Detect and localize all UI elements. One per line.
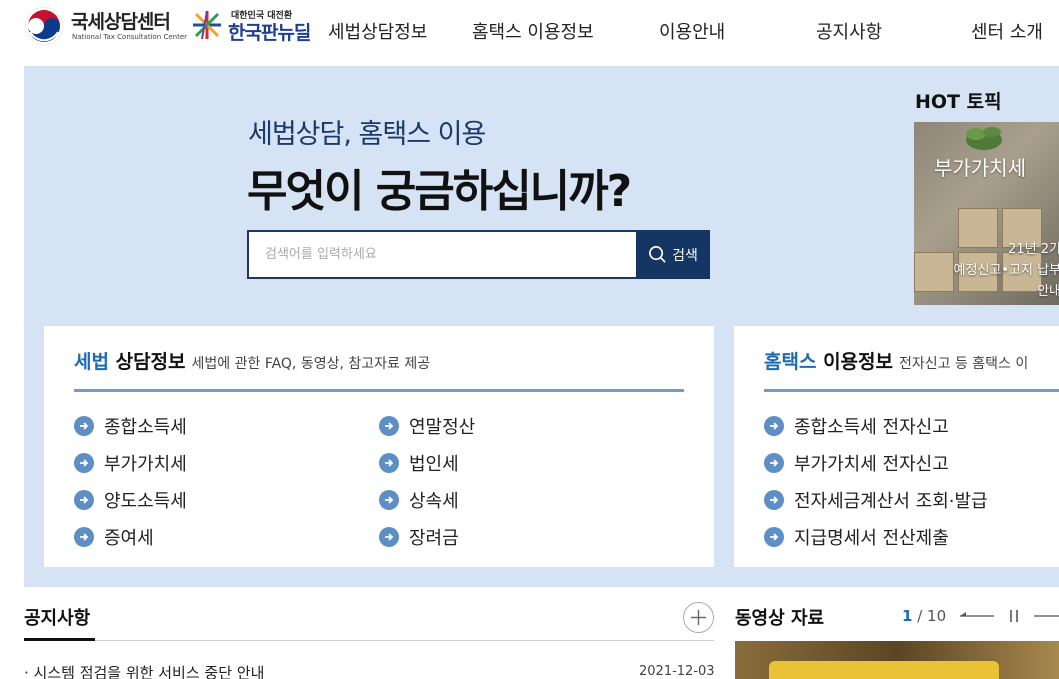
arrow-right-icon [74,453,94,473]
card-divider [764,389,1059,392]
hometax-item-payment-statement[interactable]: 지급명세서 전산제출 [764,524,949,550]
site-logo-subtext: National Tax Consultation Center [72,33,188,41]
wooden-block [914,252,954,292]
notice-title-underline [24,638,95,641]
tax-card-description: 세법에 관한 FAQ, 동영상, 참고자료 제공 [191,356,431,372]
hero-subtitle: 세법상담, 홈택스 이용 [248,119,486,150]
arrow-right-icon [74,490,94,510]
pager-total: / 10 [912,607,947,625]
tax-item-incentive[interactable]: 장려금 [379,524,459,550]
search-input[interactable] [247,230,636,279]
tax-consultation-card: 세법 상담정보 세법에 관한 FAQ, 동영상, 참고자료 제공 종합소득세 부가… [44,326,714,567]
arrow-right-icon [379,416,399,436]
hometax-item-einvoice[interactable]: 전자세금계산서 조회·발급 [764,487,988,513]
nav-center-intro[interactable]: 센터 소개 [971,18,1043,44]
arrow-right-icon [379,527,399,547]
video-thumbnail-banner [769,661,999,679]
newdeal-logo-icon[interactable] [191,9,223,41]
hero-title: 무엇이 궁금하십니까? [247,166,632,217]
site-logo-text[interactable]: 국세상담센터 [71,7,171,34]
arrow-right-icon [764,527,784,547]
site-header: 국세상담센터 National Tax Consultation Center … [0,0,1059,62]
nav-tax-consultation[interactable]: 세법상담정보 [328,18,427,44]
hot-topic-desc-1: 21년 2기 [1008,242,1059,257]
nav-usage-guide[interactable]: 이용안내 [659,18,725,44]
hometax-card-description: 전자신고 등 홈택스 이 [899,356,1029,372]
nav-hometax-info[interactable]: 홈택스 이용정보 [472,18,594,44]
tax-item-corporate[interactable]: 법인세 [379,450,459,476]
arrow-right-icon [764,490,784,510]
tax-item-gift[interactable]: 증여세 [74,524,154,550]
hometax-card-title: 이용정보 [816,351,893,373]
search-button-label: 검색 [672,247,698,264]
hot-topic-desc-3: 안내 [1037,284,1059,299]
video-pager: 1 / 10 [902,607,946,625]
plus-icon [691,610,706,625]
hot-topic-desc-2: 예정신고•고지 납부 [953,263,1059,278]
tax-card-title: 상담정보 [108,351,186,373]
pause-icon[interactable] [1006,608,1022,624]
search-icon [649,246,666,263]
arrow-right-icon [74,416,94,436]
hometax-info-card: 홈택스 이용정보 전자신고 등 홈택스 이 종합소득세 전자신고 부가가치세 전자… [734,326,1059,567]
hometax-item-income-efile[interactable]: 종합소득세 전자신고 [764,413,949,439]
notice-divider [95,640,714,641]
prev-arrow-icon[interactable] [958,608,996,624]
arrow-right-icon [379,490,399,510]
tax-item-vat[interactable]: 부가가치세 [74,450,187,476]
arrow-right-icon [379,453,399,473]
tax-item-inheritance[interactable]: 상속세 [379,487,459,513]
hometax-card-header[interactable]: 홈택스 이용정보 전자신고 등 홈택스 이 [764,347,1028,374]
arrow-right-icon [74,527,94,547]
card-divider [74,389,684,392]
tax-item-transfer[interactable]: 양도소득세 [74,487,187,513]
video-section-title: 동영상 자료 [735,608,825,629]
nav-notice[interactable]: 공지사항 [816,18,882,44]
notice-item-date: 2021-12-03 [639,664,715,679]
newdeal-logo-text[interactable]: 한국판뉴딜 [228,18,311,45]
pager-current: 1 [902,607,913,625]
tax-item-income[interactable]: 종합소득세 [74,413,187,439]
search-button[interactable]: 검색 [636,230,710,279]
government-emblem-icon[interactable] [24,6,64,46]
arrow-right-icon [764,453,784,473]
video-thumbnail[interactable] [735,641,1059,679]
hot-topic-title: HOT 토픽 [915,91,1002,113]
wooden-block [958,208,998,248]
hometax-item-vat-efile[interactable]: 부가가치세 전자신고 [764,450,949,476]
tax-item-yearend[interactable]: 연말정산 [379,413,475,439]
hometax-card-title-highlight: 홈택스 [764,351,817,373]
next-arrow-icon[interactable] [1032,608,1059,624]
notice-more-button[interactable] [683,602,714,633]
tax-card-title-highlight: 세법 [74,351,109,373]
notice-list-item[interactable]: · 시스템 점검을 위한 서비스 중단 안내 [24,662,264,679]
hot-topic-card[interactable]: 부가가치세 21년 2기 예정신고•고지 납부 안내 [914,122,1059,305]
notice-section-title: 공지사항 [24,608,91,629]
hot-topic-label: 부가가치세 [934,156,1026,180]
tax-card-header[interactable]: 세법 상담정보 세법에 관한 FAQ, 동영상, 참고자료 제공 [74,347,430,374]
arrow-right-icon [764,416,784,436]
